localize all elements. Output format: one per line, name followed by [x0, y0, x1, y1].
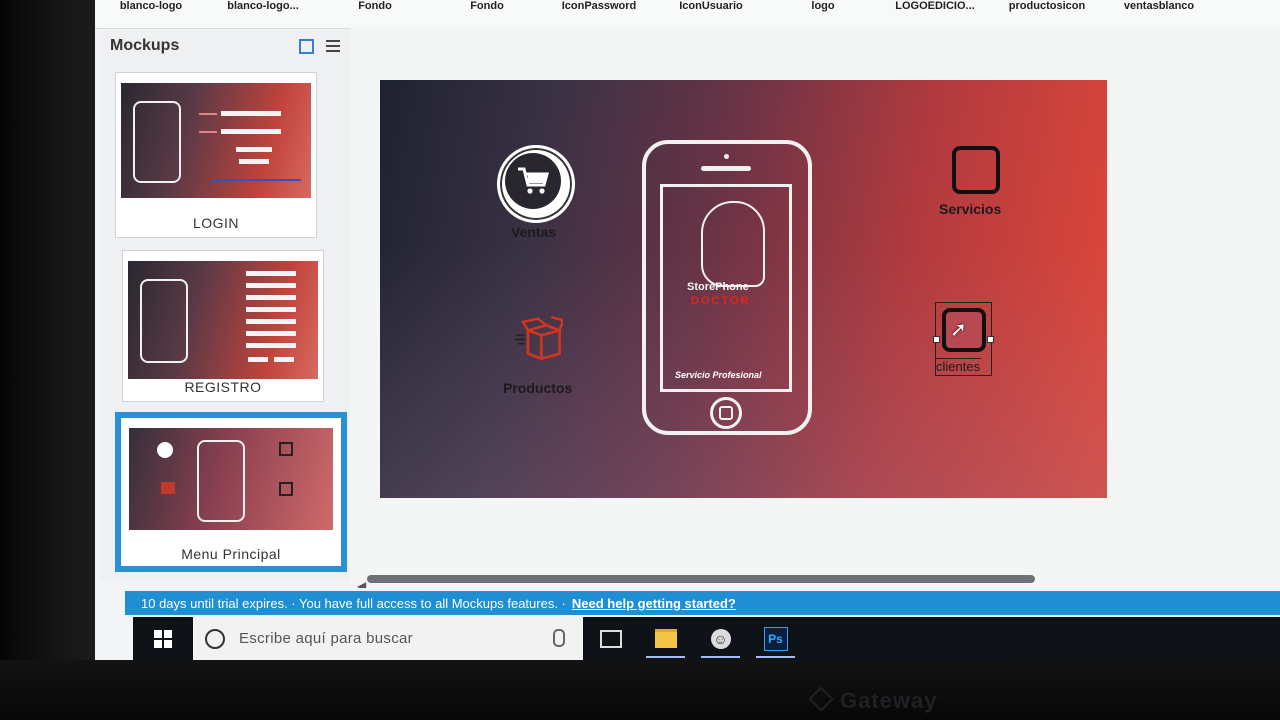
- thumbnail-view-icon[interactable]: [299, 38, 314, 54]
- phone-camera: [724, 154, 729, 159]
- windows-logo-icon: [154, 629, 172, 648]
- resize-handle[interactable]: [933, 336, 940, 343]
- servicios-icon[interactable]: [952, 146, 1000, 194]
- task-view-button[interactable]: [583, 617, 638, 660]
- list-view-icon[interactable]: [326, 40, 340, 52]
- emoji-app-button[interactable]: ☺: [693, 617, 748, 660]
- start-button[interactable]: [133, 617, 193, 660]
- mini-ventas-icon: [157, 442, 173, 458]
- phone-home-button-icon: [710, 397, 742, 429]
- photoshop-icon: Ps: [763, 626, 788, 651]
- asset-item[interactable]: blanco-logo: [95, 0, 207, 28]
- ventas-icon[interactable]: [497, 145, 575, 223]
- mini-field: [221, 129, 281, 134]
- ventas-label: Ventas: [511, 224, 557, 240]
- asset-item[interactable]: blanco-logo...: [207, 0, 319, 28]
- mini-label: [199, 113, 217, 115]
- mini-field: [221, 111, 281, 116]
- mini-field: [246, 283, 296, 288]
- resize-handle[interactable]: [987, 336, 994, 343]
- phone-footer-text: Servicio Profesional: [675, 370, 762, 380]
- asset-item[interactable]: IconUsuario: [655, 0, 767, 28]
- ventas-icon-inner: [505, 153, 561, 209]
- mini-productos-icon: [161, 482, 175, 494]
- mini-button: [248, 357, 268, 362]
- mini-button: [239, 159, 269, 164]
- mockup-thumbnail-registro[interactable]: REGISTRO: [122, 250, 324, 402]
- phone-screen: StorePhone DOCTOR Servicio Profesional: [660, 184, 792, 392]
- scroll-left-arrow-icon[interactable]: ◀: [357, 579, 366, 588]
- mini-servicios-icon: [279, 442, 293, 456]
- asset-item[interactable]: Fondo: [431, 0, 543, 28]
- mockups-panel: Mockups LOGIN REGISTRO Menu Principal: [100, 30, 351, 580]
- mockup-frame[interactable]: Ventas Productos StorePhone DOCTOR Servi…: [380, 80, 1107, 498]
- asset-bar: blanco-logo blanco-logo... Fondo Fondo I…: [95, 0, 1280, 29]
- file-explorer-button[interactable]: [638, 617, 693, 660]
- search-placeholder: Escribe aquí para buscar: [239, 630, 413, 647]
- mockup-thumbnail-menu-principal[interactable]: Menu Principal: [115, 412, 347, 572]
- monitor-bezel-bottom: Gateway: [0, 660, 1280, 720]
- trial-banner: 10 days until trial expires. · You have …: [125, 591, 1280, 615]
- monitor-bezel-left: [0, 0, 95, 720]
- mockup-thumbnail-login[interactable]: LOGIN: [115, 72, 317, 238]
- cart-icon: [518, 167, 549, 194]
- asset-item[interactable]: productosicon: [991, 0, 1103, 28]
- mini-button: [274, 357, 294, 362]
- monitor-brand: Gateway: [812, 688, 938, 714]
- mini-clientes-icon: [279, 482, 293, 496]
- thumbnail-preview: [121, 83, 311, 198]
- asset-item[interactable]: logo: [767, 0, 879, 28]
- thumbnail-preview: [129, 428, 333, 530]
- panel-header: Mockups: [100, 30, 350, 62]
- mini-link: [211, 179, 301, 181]
- servicios-label: Servicios: [939, 201, 1002, 217]
- trial-text: 10 days until trial expires. · You have …: [141, 595, 566, 611]
- mini-phone-icon: [140, 279, 188, 363]
- clientes-label[interactable]: clientes: [935, 358, 982, 374]
- asset-item[interactable]: LOGOEDICIO...: [879, 0, 991, 28]
- productos-box-icon[interactable]: [513, 312, 563, 362]
- clientes-selection[interactable]: ➚ clientes: [933, 302, 994, 376]
- mini-phone-icon: [197, 440, 245, 522]
- mini-label: [199, 131, 217, 133]
- phone-illustration: StorePhone DOCTOR Servicio Profesional: [642, 140, 812, 435]
- file-explorer-icon: [654, 629, 677, 648]
- head-silhouette-icon: [701, 201, 765, 287]
- horizontal-scrollbar[interactable]: [367, 575, 1035, 583]
- mini-field: [246, 319, 296, 324]
- thumbnail-label: REGISTRO: [184, 379, 262, 395]
- mini-field: [246, 295, 296, 300]
- photoshop-button[interactable]: Ps: [748, 617, 803, 660]
- panel-icons: [299, 38, 340, 54]
- mini-button: [236, 147, 272, 152]
- taskbar-search[interactable]: Escribe aquí para buscar: [193, 617, 583, 660]
- mini-field: [246, 343, 296, 348]
- mini-field: [246, 307, 296, 312]
- phone-brand-text: StorePhone: [687, 281, 749, 293]
- thumbnail-label: Menu Principal: [181, 546, 281, 562]
- screen: blanco-logo blanco-logo... Fondo Fondo I…: [95, 0, 1280, 660]
- mini-field: [246, 331, 296, 336]
- asset-item[interactable]: ventasblanco: [1103, 0, 1215, 28]
- emoji-app-icon: ☺: [710, 628, 731, 649]
- mini-phone-icon: [133, 101, 181, 183]
- productos-label: Productos: [503, 380, 573, 396]
- panel-title: Mockups: [110, 37, 180, 54]
- move-cursor-icon: ➚: [950, 319, 967, 341]
- editor-canvas[interactable]: Ventas Productos StorePhone DOCTOR Servi…: [350, 28, 1280, 588]
- phone-brand-sub: DOCTOR: [691, 295, 751, 307]
- microphone-icon[interactable]: [553, 629, 565, 647]
- task-view-icon: [599, 629, 622, 648]
- help-link[interactable]: Need help getting started?: [572, 596, 736, 611]
- asset-item[interactable]: IconPassword: [543, 0, 655, 28]
- phone-speaker: [701, 166, 751, 171]
- thumbnail-preview: [128, 261, 318, 379]
- thumbnail-label: LOGIN: [192, 215, 240, 231]
- mini-field: [246, 271, 296, 276]
- windows-taskbar: Escribe aquí para buscar ☺ Ps: [133, 617, 1280, 660]
- cortana-icon: [205, 628, 225, 649]
- asset-item[interactable]: Fondo: [319, 0, 431, 28]
